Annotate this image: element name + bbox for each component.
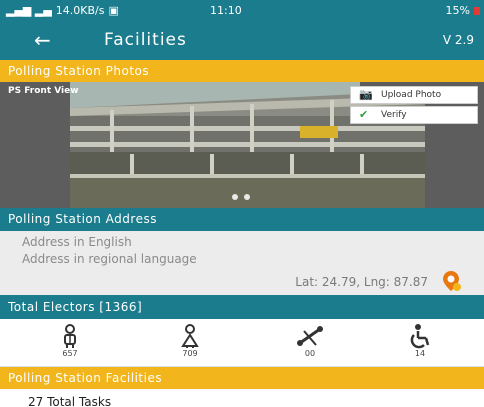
carousel-dot[interactable]	[232, 194, 238, 200]
battery-percent: 15%	[445, 4, 470, 17]
page-title: Facilities	[104, 30, 187, 50]
wheelchair-icon	[410, 324, 430, 349]
upload-photo-label: Upload Photo	[381, 90, 442, 100]
address-regional: Address in regional language	[22, 252, 197, 266]
status-time: 11:10	[210, 4, 242, 17]
male-count-value: 657	[62, 349, 78, 358]
facilities-section-header: Polling Station Facilities	[0, 367, 484, 389]
third-gender-count: 00	[280, 323, 340, 358]
status-left: ▂▄▆ ▂▄ 14.0KB/s ▣	[6, 4, 119, 17]
carousel-dots	[232, 194, 250, 200]
third-gender-count-value: 00	[304, 349, 316, 358]
photos-section-header: Polling Station Photos	[0, 60, 484, 82]
upload-photo-button[interactable]: 📷 Upload Photo	[350, 86, 478, 104]
total-tasks[interactable]: 27 Total Tasks	[28, 395, 111, 407]
female-voter-icon	[181, 324, 199, 348]
photo-caption: PS Front View	[8, 86, 79, 96]
carousel-dot[interactable]	[244, 194, 250, 200]
signal-icon: ▂▄▆ ▂▄	[6, 4, 52, 17]
camera-icon: 📷	[359, 88, 373, 101]
address-english: Address in English	[22, 235, 132, 249]
address-section-header: Polling Station Address	[0, 208, 484, 231]
pwd-count-value: 14	[414, 349, 426, 358]
battery-icon	[474, 7, 480, 15]
status-bar: ▂▄▆ ▂▄ 14.0KB/s ▣ 11:10 15%	[0, 0, 484, 22]
verify-label: Verify	[381, 110, 407, 120]
electors-section-header: Total Electors [1366]	[0, 295, 484, 319]
third-gender-icon	[297, 326, 323, 346]
checkmark-icon: ✔	[359, 108, 369, 121]
app-version: V 2.9	[442, 33, 474, 47]
male-count: 657	[40, 323, 100, 358]
female-count-value: 709	[182, 349, 198, 358]
address-panel: Address in English Address in regional l…	[0, 231, 484, 295]
male-voter-icon	[64, 324, 76, 348]
lat-lng-text: Lat: 24.79, Lng: 87.87	[295, 275, 428, 289]
back-arrow-icon[interactable]: ←	[34, 28, 51, 52]
pwd-count: 14	[390, 323, 450, 358]
image-icon: ▣	[108, 4, 119, 17]
female-count: 709	[160, 323, 220, 358]
electors-counts: 657 709 00 14	[0, 319, 484, 367]
app-bar: ← Facilities V 2.9	[0, 22, 484, 60]
network-speed: 14.0KB/s	[55, 4, 105, 17]
photo-carousel[interactable]: PS Front View 📷 Upload Photo ✔ Verify	[0, 82, 484, 208]
verify-button[interactable]: ✔ Verify	[350, 106, 478, 124]
map-pin-icon[interactable]	[440, 270, 462, 292]
